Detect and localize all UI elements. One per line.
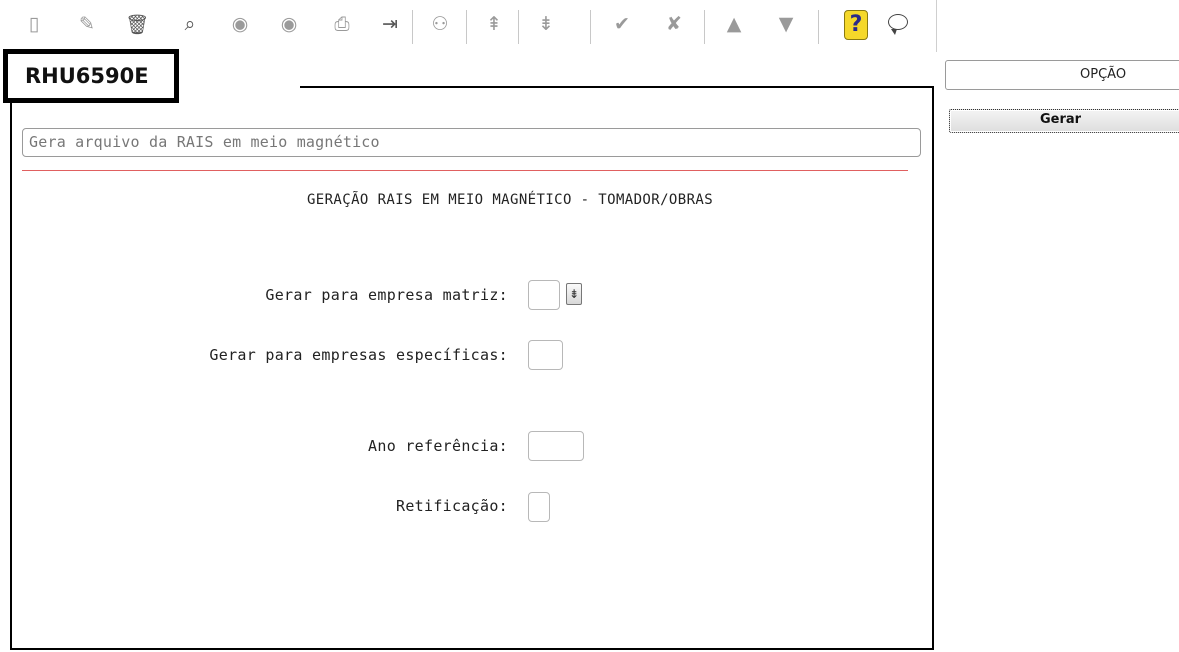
- retificacao-label: Retificação:: [396, 497, 508, 515]
- toolbar-separator: [466, 10, 467, 44]
- new-document-icon[interactable]: ▯: [22, 12, 46, 36]
- chat-icon[interactable]: [888, 14, 908, 35]
- previous-icon[interactable]: ◉: [228, 12, 252, 36]
- help-icon[interactable]: ?: [844, 10, 868, 40]
- toolbar-separator: [818, 10, 819, 44]
- cancel-icon[interactable]: ✘: [662, 12, 686, 36]
- trash-icon[interactable]: 🗑: [125, 12, 149, 36]
- next-icon[interactable]: ◉: [277, 12, 301, 36]
- retificacao-field[interactable]: [528, 492, 550, 522]
- edit-icon[interactable]: ✎: [75, 12, 99, 36]
- ano-referencia-label: Ano referência:: [368, 437, 508, 455]
- toolbar-separator: [704, 10, 705, 44]
- binoculars-icon[interactable]: ⚇: [428, 12, 452, 36]
- empresas-especificas-field[interactable]: [528, 340, 563, 370]
- options-header: OPÇÃO: [945, 60, 1179, 90]
- ano-referencia-field[interactable]: [528, 431, 584, 461]
- separator-line: [22, 170, 908, 171]
- search-icon[interactable]: ⌕: [178, 12, 202, 36]
- toolbar: ▯ ✎ 🗑 ⌕ ◉ ◉ ⎙ ⇥ ⚇ ⇞ ⇟ ✔ ✘ ▲ ▼ ?: [0, 0, 937, 52]
- section-title: GERAÇÃO RAIS EM MEIO MAGNÉTICO - TOMADOR…: [306, 192, 714, 208]
- empresa-matriz-select[interactable]: [528, 280, 560, 310]
- empresa-matriz-label: Gerar para empresa matriz:: [265, 286, 508, 304]
- print-icon[interactable]: ⎙: [330, 12, 354, 36]
- toolbar-separator: [518, 10, 519, 44]
- toolbar-separator: [590, 10, 591, 44]
- last-record-icon[interactable]: ⇟: [534, 12, 558, 36]
- first-record-icon[interactable]: ⇞: [482, 12, 506, 36]
- filter-icon[interactable]: ▼: [774, 12, 798, 36]
- confirm-icon[interactable]: ✔: [610, 12, 634, 36]
- form-code: RHU6590E: [3, 49, 179, 103]
- gerar-button[interactable]: Gerar: [949, 109, 1179, 133]
- up-icon[interactable]: ▲: [722, 12, 746, 36]
- exit-icon[interactable]: ⇥: [378, 12, 402, 36]
- toolbar-separator: [412, 10, 413, 44]
- empresas-especificas-label: Gerar para empresas específicas:: [209, 346, 508, 364]
- description-field: Gera arquivo da RAIS em meio magnético: [22, 128, 921, 157]
- dropdown-arrow-icon[interactable]: ⇟: [566, 283, 582, 305]
